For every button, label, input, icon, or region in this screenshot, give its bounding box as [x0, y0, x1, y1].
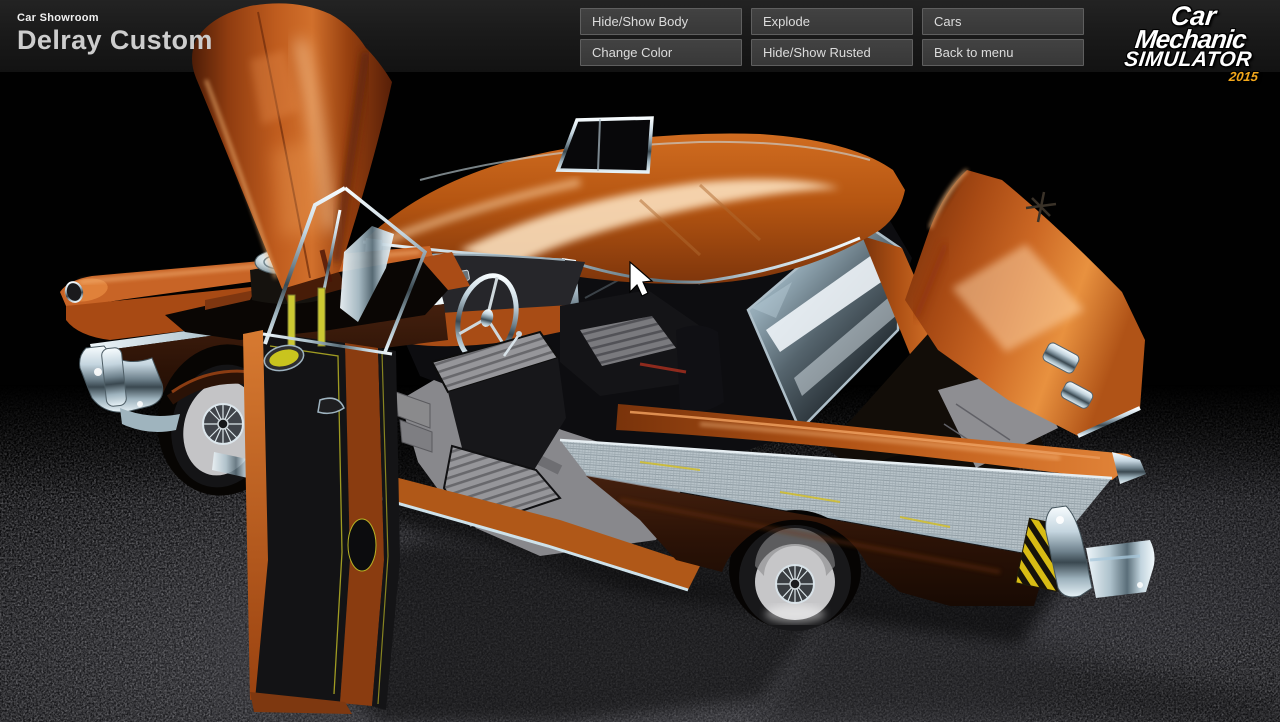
- game-window: Car Showroom Delray Custom Hide/Show Bod…: [0, 0, 1280, 722]
- back-to-menu-button[interactable]: Back to menu: [922, 39, 1084, 66]
- page-title: Delray Custom: [17, 25, 213, 56]
- logo-line-simulator: SIMULATOR: [1101, 50, 1275, 70]
- showroom-button-grid: Hide/Show Body Explode Cars Change Color…: [580, 8, 1084, 66]
- hide-show-rusted-button[interactable]: Hide/Show Rusted: [751, 39, 913, 66]
- logo-line-mechanic: Mechanic: [1103, 28, 1278, 50]
- game-logo: Car Mechanic SIMULATOR 2015: [1099, 5, 1280, 83]
- showroom-subtitle: Car Showroom: [17, 12, 213, 24]
- hide-show-body-button[interactable]: Hide/Show Body: [580, 8, 742, 35]
- showroom-title-block: Car Showroom Delray Custom: [17, 12, 213, 56]
- change-color-button[interactable]: Change Color: [580, 39, 742, 66]
- showroom-viewport[interactable]: [0, 0, 1280, 722]
- cars-button[interactable]: Cars: [922, 8, 1084, 35]
- explode-button[interactable]: Explode: [751, 8, 913, 35]
- logo-line-year: 2015: [1099, 70, 1273, 83]
